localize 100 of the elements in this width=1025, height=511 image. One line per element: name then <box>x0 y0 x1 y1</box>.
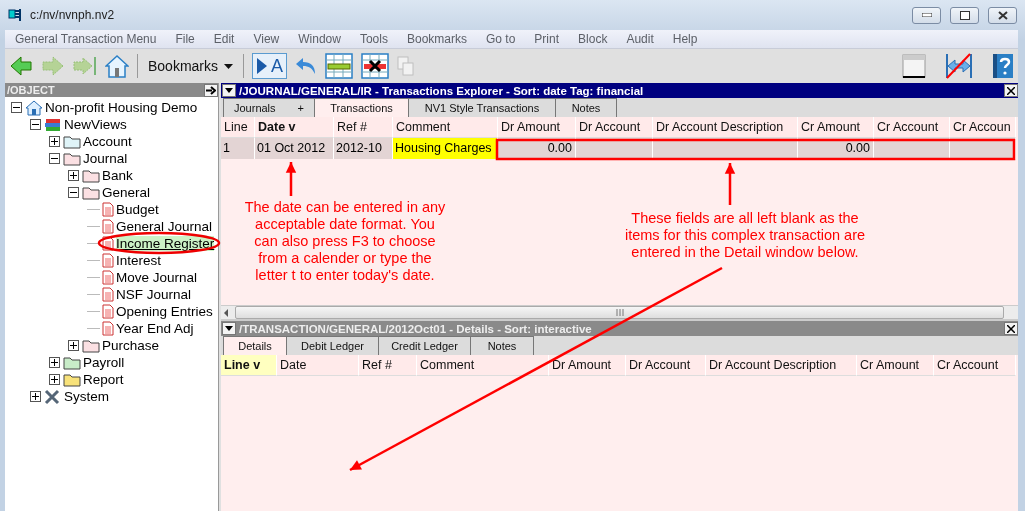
expander[interactable] <box>68 170 79 181</box>
column-header[interactable]: Cr Account <box>874 117 950 138</box>
menu-item[interactable]: Go to <box>486 32 525 46</box>
table-cell[interactable]: 01 Oct 2012 <box>255 138 334 159</box>
minus-icon <box>70 189 77 196</box>
close-button[interactable] <box>1004 322 1018 335</box>
expander[interactable] <box>30 391 41 402</box>
tree-item[interactable]: Opening Entries <box>116 304 213 319</box>
tree-item[interactable]: Non-profit Housing Demo <box>45 100 198 115</box>
home-icon[interactable] <box>105 54 129 78</box>
document-icon <box>102 202 114 217</box>
tab[interactable]: NV1 Style Transactions <box>408 98 556 117</box>
bookmarks-dropdown[interactable]: Bookmarks <box>146 58 236 74</box>
column-header[interactable]: Line <box>221 117 255 138</box>
expander[interactable] <box>49 153 60 164</box>
expander[interactable] <box>68 340 79 351</box>
tab[interactable]: Notes <box>470 336 534 355</box>
tab[interactable]: Credit Ledger <box>378 336 471 355</box>
caret-icon <box>225 88 233 93</box>
window-icon[interactable] <box>902 54 926 78</box>
column-header[interactable]: Ref # <box>359 355 417 376</box>
column-header[interactable]: Line v <box>221 355 277 376</box>
column-header[interactable]: Date v <box>255 117 334 138</box>
tree-item[interactable]: Purchase <box>102 338 160 353</box>
delete-row-icon[interactable] <box>361 53 390 79</box>
tree-item[interactable]: Bank <box>102 168 133 183</box>
dropdown-button[interactable] <box>222 84 236 97</box>
table-cell[interactable]: 2012-10 <box>334 138 393 159</box>
app-icon <box>8 7 24 23</box>
expander[interactable] <box>30 119 41 130</box>
minimize-button[interactable] <box>912 6 941 24</box>
menu-item[interactable]: Print <box>534 32 569 46</box>
plus-icon <box>51 138 58 145</box>
table-cell[interactable]: 1 <box>221 138 255 159</box>
tree-item[interactable]: Budget <box>116 202 159 217</box>
pane-title: /TRANSACTION/GENERAL/2012Oct01 - Details - Sort: interactive <box>239 322 593 335</box>
expander[interactable] <box>49 357 60 368</box>
column-header[interactable]: Dr Amount <box>549 355 626 376</box>
minus-icon <box>51 155 58 162</box>
back-icon[interactable] <box>9 55 33 77</box>
tab[interactable]: Journals + <box>223 98 315 117</box>
menu-item[interactable]: Bookmarks <box>406 32 476 46</box>
close-icon <box>1007 86 1015 95</box>
dropdown-button[interactable] <box>222 322 236 335</box>
menu-item[interactable]: General Transaction Menu <box>15 32 166 46</box>
edit-button[interactable]: A <box>252 53 288 79</box>
tab[interactable]: Details <box>223 336 287 355</box>
help-icon[interactable] <box>992 53 1014 79</box>
menu-item[interactable]: Tools <box>359 32 397 46</box>
insert-row-icon[interactable] <box>325 53 354 79</box>
column-header[interactable]: Dr Account Description <box>706 355 857 376</box>
tree-item[interactable]: Journal <box>83 151 128 166</box>
tree-item[interactable]: NSF Journal <box>116 287 192 302</box>
unlink-arrows-icon[interactable] <box>946 53 972 79</box>
menu-item[interactable]: Edit <box>213 32 244 46</box>
column-header[interactable]: Comment <box>417 355 549 376</box>
column-header[interactable]: Comment <box>393 117 498 138</box>
table-cell[interactable]: Housing Charges <box>393 138 498 159</box>
annotation-text: These fields are all left blank as the items for this complex transaction are entered in the Detail window below. <box>623 210 867 261</box>
column-header[interactable]: Date <box>277 355 359 376</box>
menu-item[interactable]: Block <box>578 32 617 46</box>
close-button[interactable] <box>1004 84 1018 97</box>
menu-item[interactable]: Help <box>672 32 707 46</box>
tree-item[interactable]: Report <box>83 372 124 387</box>
caret-icon <box>224 63 234 69</box>
close-button[interactable] <box>988 6 1017 24</box>
menu-item[interactable]: File <box>175 32 204 46</box>
column-header[interactable]: Cr Account <box>934 355 1016 376</box>
expander[interactable] <box>11 102 22 113</box>
maximize-button[interactable] <box>950 6 979 24</box>
tree-item[interactable]: Interest <box>116 253 162 268</box>
tab[interactable]: Transactions <box>314 98 409 117</box>
column-header[interactable]: Cr Accoun <box>950 117 1016 138</box>
tree-item[interactable]: Year End Adj <box>116 321 194 336</box>
column-header[interactable]: Dr Account <box>626 355 706 376</box>
expander[interactable] <box>49 374 60 385</box>
tree-item[interactable]: Account <box>83 134 132 149</box>
tree-item[interactable]: NewViews <box>64 117 127 132</box>
menu-item[interactable]: Audit <box>626 32 663 46</box>
column-header[interactable]: Dr Account <box>576 117 653 138</box>
menu-item[interactable]: Window <box>298 32 350 46</box>
tree-item[interactable]: Income Register <box>116 236 215 251</box>
tree-item[interactable]: System <box>64 389 109 404</box>
column-header[interactable]: Dr Account Description <box>653 117 798 138</box>
expander[interactable] <box>68 187 79 198</box>
tree-item[interactable]: Payroll <box>83 355 125 370</box>
tree-item[interactable]: General Journal <box>116 219 213 234</box>
tree-item[interactable]: Move Journal <box>116 270 198 285</box>
tab[interactable]: Debit Ledger <box>286 336 379 355</box>
expander[interactable] <box>49 136 60 147</box>
tree-item[interactable]: General <box>102 185 151 200</box>
undo-icon[interactable] <box>295 56 318 76</box>
column-header[interactable]: Dr Amount <box>498 117 576 138</box>
arrow-button[interactable] <box>204 83 218 97</box>
menu-item[interactable]: View <box>253 32 289 46</box>
column-header[interactable]: Cr Amount <box>798 117 874 138</box>
column-header[interactable]: Ref # <box>334 117 393 138</box>
tab[interactable]: Notes <box>555 98 617 117</box>
plus-icon <box>70 172 77 179</box>
column-header[interactable]: Cr Amount <box>857 355 934 376</box>
